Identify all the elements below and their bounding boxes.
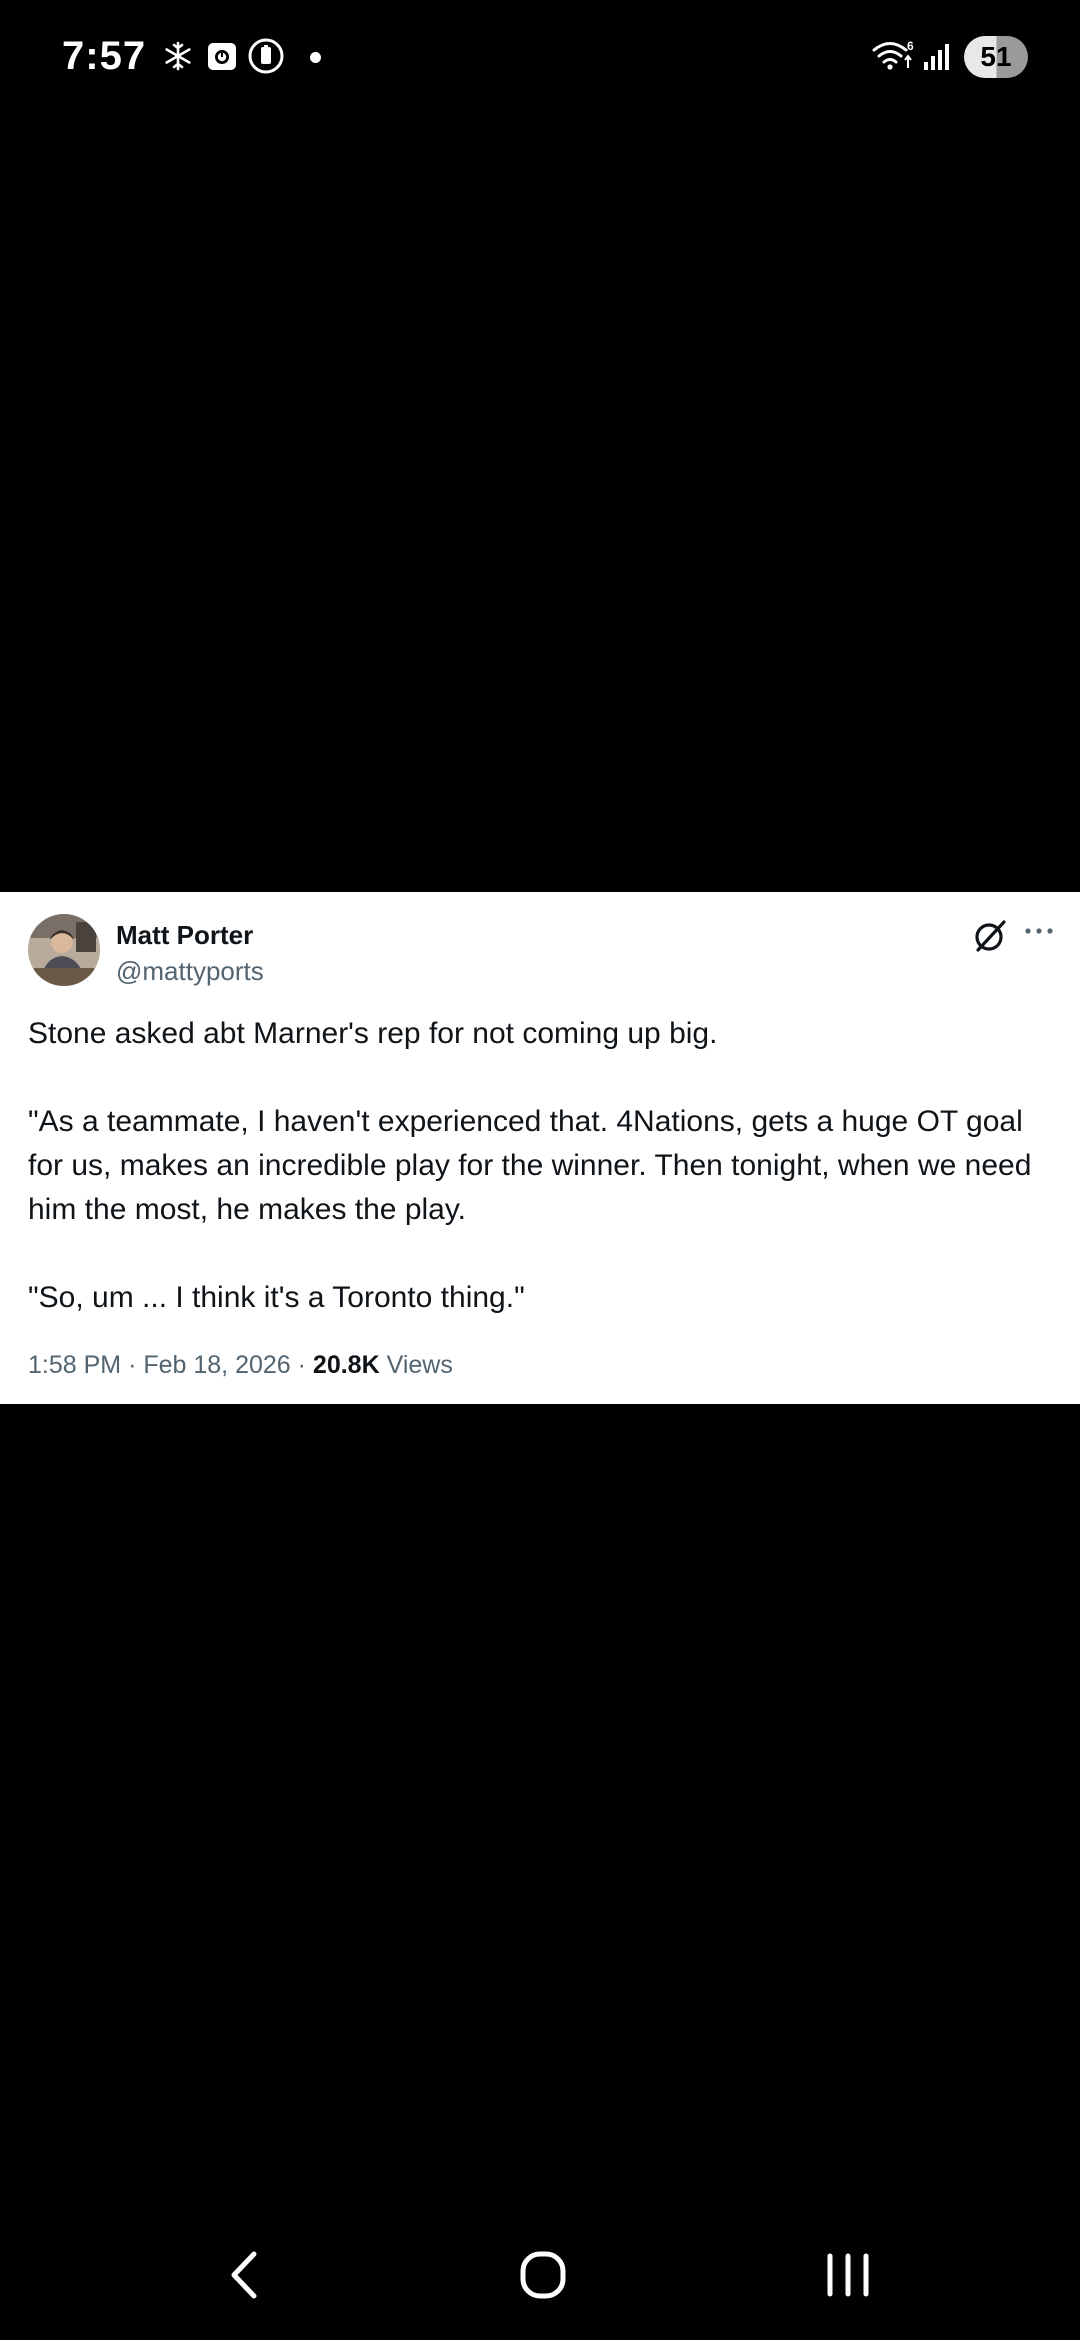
battery-level: 51 bbox=[980, 41, 1012, 72]
home-icon[interactable] bbox=[503, 2240, 583, 2310]
status-bar: 7:57 6 51 bbox=[0, 0, 1080, 110]
grok-icon[interactable] bbox=[970, 916, 1010, 956]
author-name[interactable]: Matt Porter bbox=[116, 918, 253, 952]
tweet-paragraph: "As a teammate, I haven't experienced th… bbox=[28, 1105, 1032, 1226]
snowflake-icon bbox=[165, 41, 191, 71]
wifi-icon: 6 bbox=[872, 39, 914, 70]
avatar-photo bbox=[28, 914, 100, 986]
recents-icon[interactable] bbox=[808, 2240, 888, 2310]
svg-text:6: 6 bbox=[907, 39, 914, 53]
tweet-paragraph: Stone asked abt Marner's rep for not com… bbox=[28, 1017, 718, 1050]
more-options-icon[interactable] bbox=[1022, 916, 1056, 950]
meta-separator: · bbox=[128, 1351, 137, 1379]
meta-separator: · bbox=[297, 1351, 306, 1379]
navigation-bar bbox=[0, 2220, 1080, 2330]
notification-dot bbox=[310, 52, 321, 63]
camera-notification-icon bbox=[208, 43, 236, 70]
battery-icon: 51 bbox=[964, 36, 1028, 78]
status-time: 7:57 bbox=[62, 34, 147, 78]
views-count[interactable]: 20.8K bbox=[313, 1351, 380, 1379]
tweet-date[interactable]: Feb 18, 2026 bbox=[143, 1351, 290, 1379]
tweet-metadata: 1:58 PM · Feb 18, 2026 · 20.8K Views bbox=[28, 1348, 453, 1382]
views-label: Views bbox=[386, 1351, 453, 1379]
tweet-paragraph: "So, um ... I think it's a Toronto thing… bbox=[28, 1281, 525, 1314]
signal-icon bbox=[924, 44, 949, 70]
tweet-card[interactable]: Matt Porter @mattyports Stone asked abt … bbox=[0, 892, 1080, 1404]
tweet-time[interactable]: 1:58 PM bbox=[28, 1351, 121, 1379]
avatar[interactable] bbox=[28, 914, 100, 986]
power-saving-icon bbox=[248, 38, 284, 74]
tweet-text: Stone asked abt Marner's rep for not com… bbox=[28, 1012, 1048, 1320]
back-icon[interactable] bbox=[204, 2240, 284, 2310]
author-handle[interactable]: @mattyports bbox=[116, 954, 264, 988]
